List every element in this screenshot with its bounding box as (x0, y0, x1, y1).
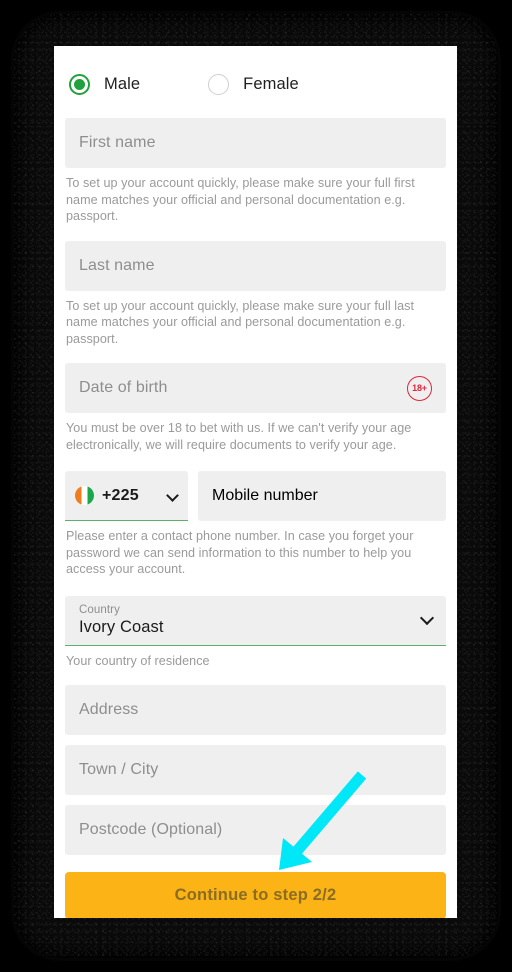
country-selected-value: Ivory Coast (79, 617, 164, 636)
gender-label-male: Male (104, 74, 141, 93)
date-of-birth-helper-text: You must be over 18 to bet with us. If w… (66, 421, 412, 452)
last-name-input[interactable]: Last name (65, 240, 446, 291)
gender-label-female: Female (243, 74, 299, 93)
first-name-helper-text: To set up your account quickly, please m… (66, 176, 415, 223)
phone-row: +225 Mobile number (65, 471, 446, 521)
mobile-number-input[interactable]: Mobile number (198, 471, 446, 521)
postcode-placeholder: Postcode (Optional) (79, 821, 223, 838)
registration-form: Male Female First name To set up your ac… (54, 46, 457, 918)
screen-root: Male Female First name To set up your ac… (0, 0, 512, 972)
age-restriction-18plus-icon: 18+ (407, 375, 432, 401)
radio-unselected-icon[interactable] (208, 73, 230, 95)
first-name-input[interactable]: First name (65, 118, 446, 168)
town-city-placeholder: Town / City (79, 761, 159, 778)
ivory-coast-flag-icon (75, 486, 94, 505)
gender-option-male[interactable]: Male (69, 73, 141, 95)
country-select[interactable]: Country Ivory Coast (65, 595, 446, 646)
country-code-select[interactable]: +225 (65, 471, 188, 521)
country-field-label: Country (79, 603, 120, 616)
town-city-input[interactable]: Town / City (65, 745, 446, 795)
first-name-placeholder: First name (79, 134, 156, 151)
date-of-birth-input[interactable]: Date of birth 18+ (65, 363, 446, 413)
last-name-placeholder: Last name (79, 256, 155, 274)
gender-option-female[interactable]: Female (208, 73, 299, 95)
country-helper-text: Your country of residence (66, 653, 210, 668)
phone-helper-text: Please enter a contact phone number. In … (66, 529, 414, 576)
address-placeholder: Address (79, 701, 139, 718)
gender-radio-group: Male Female (65, 60, 446, 108)
postcode-input[interactable]: Postcode (Optional) (65, 805, 446, 855)
date-of-birth-placeholder: Date of birth (79, 379, 168, 396)
registration-card: Male Female First name To set up your ac… (54, 46, 457, 918)
chevron-down-icon[interactable] (421, 613, 434, 626)
chevron-down-icon[interactable] (167, 490, 178, 501)
radio-selected-icon[interactable] (69, 73, 90, 95)
mobile-number-placeholder: Mobile number (212, 487, 318, 504)
continue-to-step-2-button[interactable]: Continue to step 2/2 (65, 872, 446, 918)
last-name-helper-text: To set up your account quickly, please m… (66, 298, 415, 346)
address-input[interactable]: Address (65, 685, 446, 735)
country-code-value: +225 (102, 486, 139, 504)
